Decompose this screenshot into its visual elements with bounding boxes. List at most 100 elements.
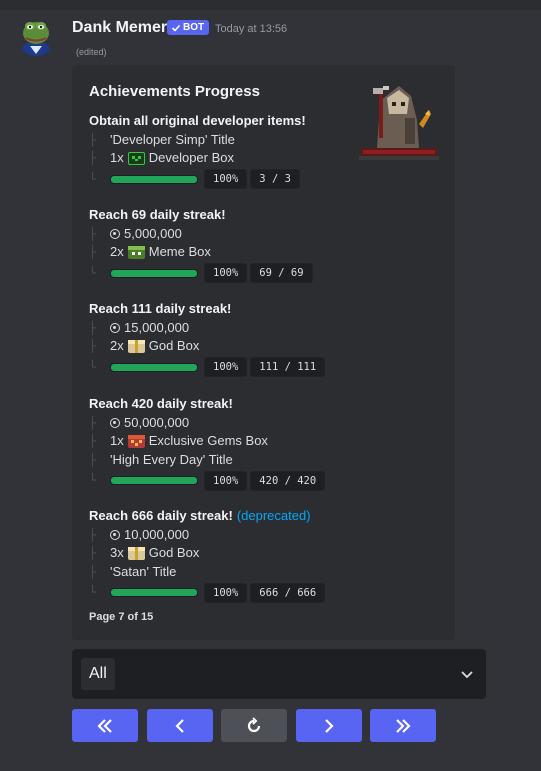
progress-count: 420 / 420	[250, 470, 326, 491]
bot-badge: BOT	[167, 20, 210, 35]
reward-line: ├ 15,000,000	[89, 319, 429, 338]
double-chevron-left-icon	[97, 718, 112, 733]
progress-line: └ 100% 3 / 3	[89, 169, 429, 190]
deprecated-tag: (deprecated)	[236, 508, 311, 523]
exclusive-gems-box-icon	[127, 435, 145, 449]
reward-line: ├ 2x God Box	[89, 337, 429, 356]
reward-text: 'Satan' Title	[110, 564, 177, 580]
tree-branch: ├	[89, 245, 97, 260]
tree-branch: ├	[89, 132, 97, 147]
tree-branch-end: └	[89, 265, 97, 280]
progress-percent: 100%	[204, 582, 248, 603]
coin-icon	[110, 530, 120, 541]
first-page-button[interactable]	[72, 709, 138, 742]
achievement-name: Reach 666 daily streak!	[89, 508, 233, 523]
progress-count: 69 / 69	[250, 263, 313, 284]
achievement-item: Reach 69 daily streak! ├ 5,000,000 ├ 2x …	[89, 206, 429, 284]
progress-count: 111 / 111	[250, 357, 326, 378]
filter-select[interactable]: All	[72, 649, 486, 699]
reward-line: ├ 'Satan' Title	[89, 563, 429, 582]
next-page-button[interactable]	[296, 709, 362, 742]
reward-text: Developer Box	[148, 150, 235, 166]
coin-icon	[110, 418, 120, 429]
reward-qty: 1x	[110, 433, 124, 449]
progress-line: └ 100% 420 / 420	[89, 470, 429, 491]
progress-bar	[110, 588, 198, 598]
previous-page-button[interactable]	[147, 709, 213, 742]
reward-line: ├ 3x God Box	[89, 544, 429, 563]
progress-line: └ 100% 666 / 666	[89, 582, 429, 603]
chevron-left-icon	[175, 718, 184, 733]
progress-count: 3 / 3	[250, 169, 300, 190]
god-box-icon	[127, 340, 145, 354]
reward-line: ├ 2x Meme Box	[89, 243, 429, 262]
achievement-name: Reach 111 daily streak!	[89, 301, 232, 316]
pepe-frog-avatar[interactable]	[16, 16, 56, 56]
achievement-name: Reach 69 daily streak!	[89, 207, 226, 222]
tree-branch-end: └	[89, 359, 97, 374]
developer-box-icon	[127, 152, 145, 166]
reward-text: 50,000,000	[124, 414, 190, 430]
tree-branch: ├	[89, 546, 97, 561]
reward-text: 10,000,000	[124, 526, 190, 542]
progress-percent: 100%	[204, 357, 248, 378]
progress-line: └ 100% 69 / 69	[89, 263, 429, 284]
tree-branch: ├	[89, 565, 97, 580]
god-box-icon	[127, 547, 145, 561]
reward-text: Meme Box	[148, 244, 211, 260]
achievement-item: Reach 111 daily streak! ├ 15,000,000 ├ 2…	[89, 300, 429, 378]
tree-branch-end: └	[89, 473, 97, 488]
progress-percent: 100%	[204, 263, 248, 284]
tree-branch: ├	[89, 434, 97, 449]
reward-line: ├ 10,000,000	[89, 526, 429, 545]
tree-branch-end: └	[89, 585, 97, 600]
message-timestamp[interactable]: Today at 13:56	[215, 23, 287, 35]
meme-box-icon	[127, 246, 145, 260]
reward-line: ├ 50,000,000	[89, 414, 429, 433]
reward-line: ├ 1x Developer Box	[89, 149, 429, 168]
progress-bar	[110, 174, 198, 184]
username[interactable]: Dank Memer	[72, 19, 167, 37]
tree-branch: ├	[89, 151, 97, 166]
bot-badge-label: BOT	[183, 22, 205, 33]
chevron-down-icon	[461, 671, 473, 679]
achievement-item: Obtain all original developer items! ├ '…	[89, 112, 429, 190]
previous-message-area	[0, 0, 541, 10]
reward-line: ├ 'Developer Simp' Title	[89, 131, 429, 150]
reward-text: God Box	[148, 338, 200, 354]
refresh-button[interactable]	[221, 709, 287, 742]
reward-line: ├ 'High Every Day' Title	[89, 451, 429, 470]
progress-percent: 100%	[204, 470, 248, 491]
reward-qty: 1x	[110, 150, 124, 166]
embed-footer: Page 7 of 15	[89, 611, 154, 623]
reward-text: Exclusive Gems Box	[148, 433, 268, 449]
checkmark-icon	[171, 24, 181, 32]
reward-qty: 2x	[110, 244, 124, 260]
tree-branch: ├	[89, 527, 97, 542]
achievements-embed: Achievements Progress Obtain all origina…	[72, 65, 455, 640]
tree-branch: ├	[89, 415, 97, 430]
filter-select-value: All	[81, 658, 115, 690]
tree-branch: ├	[89, 453, 97, 468]
reward-text: 'Developer Simp' Title	[110, 131, 235, 147]
reward-text: 15,000,000	[124, 319, 190, 335]
embed-title: Achievements Progress	[89, 83, 260, 100]
tree-branch: ├	[89, 226, 97, 241]
progress-line: └ 100% 111 / 111	[89, 357, 429, 378]
progress-bar	[110, 476, 198, 486]
refresh-icon	[247, 716, 261, 732]
tree-branch: ├	[89, 339, 97, 354]
reward-text: God Box	[148, 545, 200, 561]
reward-line: ├ 1x Exclusive Gems Box	[89, 432, 429, 451]
reward-qty: 2x	[110, 338, 124, 354]
reward-line: ├ 5,000,000	[89, 225, 429, 244]
progress-count: 666 / 666	[250, 582, 326, 603]
reward-text: 5,000,000	[124, 225, 182, 241]
achievement-name: Obtain all original developer items!	[89, 113, 306, 128]
coin-icon	[110, 229, 120, 240]
progress-percent: 100%	[204, 169, 248, 190]
double-chevron-right-icon	[396, 718, 411, 733]
last-page-button[interactable]	[370, 709, 436, 742]
coin-icon	[110, 323, 120, 334]
tree-branch: ├	[89, 320, 97, 335]
